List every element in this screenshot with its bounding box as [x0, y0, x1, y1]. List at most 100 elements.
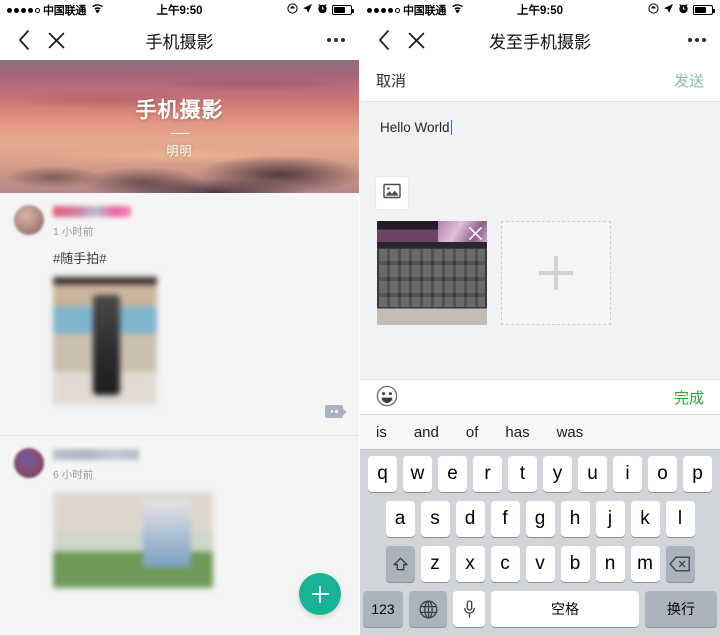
- image-icon: [383, 183, 401, 204]
- return-key[interactable]: 换行: [645, 591, 717, 627]
- back-button[interactable]: [374, 26, 394, 54]
- list-item[interactable]: 1 小时前 #随手拍#: [0, 193, 359, 427]
- key-g[interactable]: g: [525, 501, 555, 537]
- insert-image-button[interactable]: [376, 177, 408, 209]
- key-b[interactable]: b: [560, 546, 590, 582]
- keyboard-rows: q w e r t y u i o p a s d f g h j k l z …: [360, 450, 720, 635]
- keyboard-row-2: a s d f g h j k l: [363, 501, 717, 537]
- keyboard-row-3: z x c v b n m: [363, 546, 717, 582]
- cancel-button[interactable]: 取消: [376, 70, 406, 91]
- send-button[interactable]: 发送: [674, 70, 704, 91]
- key-x[interactable]: x: [455, 546, 485, 582]
- post-text-input[interactable]: Hello World: [360, 102, 720, 135]
- battery-icon: [693, 5, 715, 15]
- more-options-button[interactable]: [317, 32, 345, 48]
- key-p[interactable]: p: [683, 456, 712, 492]
- backspace-icon[interactable]: [665, 546, 695, 582]
- status-bar-left-group: 中国联通: [7, 2, 104, 18]
- new-post-button[interactable]: [299, 573, 341, 615]
- suggestion-chip[interactable]: has: [505, 424, 529, 441]
- key-h[interactable]: h: [560, 501, 590, 537]
- alarm-clock-icon: [317, 3, 328, 17]
- space-key[interactable]: 空格: [491, 591, 639, 627]
- location-arrow-icon: [663, 3, 674, 17]
- done-button[interactable]: 完成: [674, 387, 704, 408]
- location-arrow-icon: [302, 3, 313, 17]
- alarm-clock-icon: [678, 3, 689, 17]
- list-item[interactable]: 6 小时前: [0, 435, 359, 602]
- text-caret: [450, 120, 453, 135]
- add-attachment-button[interactable]: [501, 221, 611, 325]
- key-f[interactable]: f: [490, 501, 520, 537]
- rotation-lock-icon: [287, 3, 298, 17]
- back-button[interactable]: [14, 26, 34, 54]
- carrier-label: 中国联通: [403, 5, 447, 17]
- rotation-lock-icon: [648, 3, 659, 17]
- more-options-button[interactable]: [678, 32, 706, 48]
- numeric-keyboard-button[interactable]: 123: [363, 591, 403, 627]
- key-l[interactable]: l: [665, 501, 695, 537]
- wifi-icon: [91, 3, 104, 17]
- feed-scroll-area[interactable]: 手机摄影 明明 1 小时前 #随手拍# 6 小时前: [0, 60, 359, 635]
- key-o[interactable]: o: [648, 456, 677, 492]
- key-j[interactable]: j: [595, 501, 625, 537]
- suggestion-chip[interactable]: was: [557, 424, 584, 441]
- nav-bar-left: 手机摄影: [0, 20, 359, 60]
- key-v[interactable]: v: [525, 546, 555, 582]
- key-w[interactable]: w: [403, 456, 432, 492]
- avatar[interactable]: [14, 205, 44, 235]
- key-q[interactable]: q: [368, 456, 397, 492]
- key-y[interactable]: y: [543, 456, 572, 492]
- key-r[interactable]: r: [473, 456, 502, 492]
- post-text: #随手拍#: [53, 251, 107, 266]
- compose-editor[interactable]: Hello World: [360, 102, 720, 379]
- key-k[interactable]: k: [630, 501, 660, 537]
- key-z[interactable]: z: [420, 546, 450, 582]
- keyboard-row-1: q w e r t y u i o p: [363, 456, 717, 492]
- close-button[interactable]: [404, 26, 428, 54]
- comment-icon[interactable]: [325, 405, 347, 418]
- nav-bar-right: 发至手机摄影: [360, 20, 720, 60]
- banner-title: 手机摄影: [135, 99, 224, 122]
- globe-icon[interactable]: [409, 591, 447, 627]
- post-photo[interactable]: [53, 277, 359, 405]
- key-t[interactable]: t: [508, 456, 537, 492]
- status-bar-right-group: [648, 3, 715, 17]
- carrier-label: 中国联通: [43, 5, 87, 17]
- signal-strength-icon: [7, 7, 40, 13]
- dual-phone-screenshot: 中国联通 上午9:50 手机摄影 手机摄影 明明 1 小时前 #随手拍# 6 小…: [0, 0, 720, 635]
- key-n[interactable]: n: [595, 546, 625, 582]
- post-author-name: [53, 449, 139, 460]
- onscreen-keyboard[interactable]: is and of has was q w e r t y u i o p a …: [360, 415, 720, 635]
- remove-attachment-button[interactable]: [463, 221, 487, 245]
- key-m[interactable]: m: [630, 546, 660, 582]
- key-c[interactable]: c: [490, 546, 520, 582]
- keyboard-accessory-bar: 完成: [360, 379, 720, 415]
- microphone-icon[interactable]: [453, 591, 485, 627]
- autocomplete-suggestions: is and of has was: [360, 415, 720, 450]
- close-button[interactable]: [44, 26, 68, 54]
- smiley-icon[interactable]: [376, 385, 400, 409]
- post-author-name: [53, 206, 131, 217]
- post-text-value: Hello World: [380, 120, 450, 135]
- keyboard-row-4: 123 空格 换行: [363, 591, 717, 627]
- post-timestamp: 1 小时前: [53, 226, 94, 238]
- key-e[interactable]: e: [438, 456, 467, 492]
- key-i[interactable]: i: [613, 456, 642, 492]
- key-s[interactable]: s: [420, 501, 450, 537]
- status-bar-right-group: [287, 3, 354, 17]
- battery-icon: [332, 5, 354, 15]
- suggestion-chip[interactable]: of: [466, 424, 479, 441]
- suggestion-chip[interactable]: and: [414, 424, 439, 441]
- shift-icon[interactable]: [385, 546, 415, 582]
- banner-subtitle: 明明: [166, 144, 193, 158]
- avatar[interactable]: [14, 448, 44, 478]
- suggestion-chip[interactable]: is: [376, 424, 387, 441]
- key-d[interactable]: d: [455, 501, 485, 537]
- key-a[interactable]: a: [385, 501, 415, 537]
- plus-icon: [539, 256, 573, 290]
- key-u[interactable]: u: [578, 456, 607, 492]
- attachment-thumbnail[interactable]: [377, 221, 487, 325]
- status-bar-right: 中国联通 上午9:50: [360, 0, 720, 20]
- group-banner: 手机摄影 明明: [0, 60, 359, 193]
